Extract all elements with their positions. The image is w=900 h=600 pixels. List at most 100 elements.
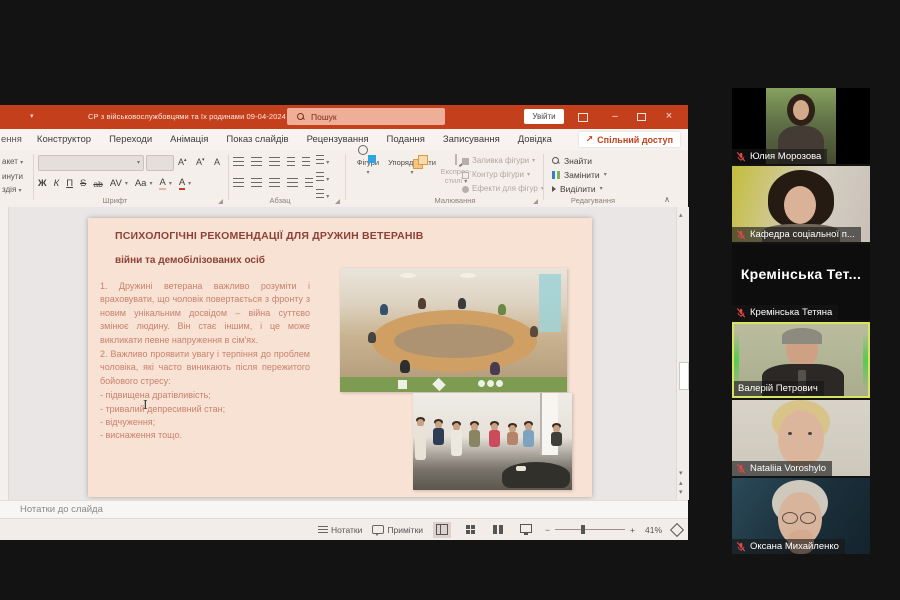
zoom-slider[interactable] (555, 529, 625, 530)
tab-help[interactable]: Довідка (509, 134, 561, 145)
zoom-slider-thumb[interactable] (581, 525, 585, 534)
dialog-launcher-icon[interactable] (335, 199, 340, 204)
slide-body-text[interactable]: 1. Дружині ветерана важливо розуміти і в… (100, 280, 310, 443)
tab-animations[interactable]: Анімація (161, 134, 217, 145)
sign-in-button[interactable]: Увійти (524, 109, 564, 124)
paragraph-group-label: Абзац (230, 196, 330, 205)
shape-fill-icon (462, 158, 469, 165)
ribbon: акет ▾ инути здія ▾ ▾ A▴ A▾ A Ж К П S ab… (0, 150, 688, 208)
next-slide-icon[interactable]: ▾ (679, 488, 683, 496)
bold-button[interactable]: Ж (38, 178, 47, 189)
tab-view[interactable]: Подання (378, 134, 434, 145)
search-placeholder: Пошук (311, 112, 337, 122)
shape-outline-icon (462, 172, 469, 179)
select-icon (552, 186, 556, 192)
character-spacing-button[interactable]: AV (110, 178, 122, 189)
shape-outline-button[interactable]: Контур фігури ▾ (462, 168, 544, 182)
logo-strip (340, 377, 567, 392)
slide[interactable]: ПСИХОЛОГІЧНІ РЕКОМЕНДАЦІЇ ДЛЯ ДРУЖИН ВЕТ… (88, 218, 592, 497)
select-button[interactable]: Виділити ▾ (552, 182, 607, 196)
slide-canvas-area: ПСИХОЛОГІЧНІ РЕКОМЕНДАЦІЇ ДЛЯ ДРУЖИН ВЕТ… (0, 207, 676, 500)
slideshow-view-button[interactable] (517, 522, 535, 538)
clear-formatting-button[interactable]: A (214, 157, 220, 167)
tab-transitions[interactable]: Переходи (100, 134, 161, 145)
slide-subtitle[interactable]: війни та демобілізованих осіб (115, 255, 265, 266)
participant-tile-active-speaker[interactable]: Валерій Петрович (732, 322, 870, 398)
font-color-button[interactable]: A (179, 177, 185, 190)
drawing-group-label: Малювання (390, 196, 520, 205)
change-case-button[interactable]: Aa (135, 178, 147, 189)
shrink-font-button[interactable]: A▾ (196, 157, 205, 167)
participant-tile[interactable]: Кремінська Тет... Кремінська Тетяна (732, 244, 870, 320)
italic-button[interactable]: К (54, 178, 60, 189)
restore-button[interactable] (630, 109, 652, 125)
participant-name-label: Кремінська Тетяна (732, 305, 838, 320)
normal-view-button[interactable] (433, 522, 451, 538)
font-name-select[interactable]: ▾ (38, 155, 144, 171)
find-icon (552, 157, 560, 165)
notes-pane[interactable]: Нотатки до слайда (0, 500, 688, 518)
shapes-button[interactable]: Фігури▾ (350, 155, 386, 176)
participant-tile[interactable]: Nataliia Voroshylo (732, 400, 870, 476)
shadow-button[interactable]: ab (93, 179, 102, 189)
dialog-launcher-icon[interactable] (533, 199, 538, 204)
vertical-scrollbar[interactable]: ▴ ▾ ▴ ▾ (676, 207, 689, 500)
tab-record[interactable]: Записування (434, 134, 509, 145)
close-button[interactable]: × (658, 109, 680, 125)
scrollbar-thumb[interactable] (679, 362, 689, 390)
participant-tile[interactable]: Юлия Морозова (732, 88, 870, 164)
dialog-launcher-icon[interactable] (218, 199, 223, 204)
replace-button[interactable]: Замінити ▾ (552, 168, 607, 182)
find-button[interactable]: Знайти (552, 154, 607, 168)
ppt-titlebar: ▾ СР з військовослужбовцями та їх родина… (0, 105, 688, 129)
search-box[interactable]: Пошук (287, 108, 445, 125)
qat-dropdown-icon[interactable]: ▾ (30, 112, 34, 120)
tab-cut[interactable]: ення (0, 134, 28, 145)
participant-tile[interactable]: Кафедра соціальної п... (732, 166, 870, 242)
shape-fill-button[interactable]: Заливка фігури ▾ (462, 154, 544, 168)
align-buttons[interactable] (233, 178, 313, 187)
comments-toggle-button[interactable]: Примітки (372, 525, 423, 535)
shape-effects-button[interactable]: Ефекти для фігур ▾ (462, 182, 544, 196)
slide-title[interactable]: ПСИХОЛОГІЧНІ РЕКОМЕНДАЦІЇ ДЛЯ ДРУЖИН ВЕТ… (115, 230, 575, 242)
zoom-level[interactable]: 41% (645, 525, 662, 535)
muted-mic-icon (736, 542, 746, 552)
participant-tile[interactable]: Оксана Михайленко (732, 478, 870, 554)
highlight-color-button[interactable]: A (159, 177, 165, 190)
underline-button[interactable]: П (66, 178, 73, 189)
slide-photo-group-session[interactable] (413, 393, 572, 490)
fit-slide-to-window-icon[interactable] (670, 522, 684, 536)
scroll-down-icon[interactable]: ▾ (679, 469, 683, 477)
notes-toggle-button[interactable]: Нотатки (318, 525, 362, 535)
muted-mic-icon (736, 464, 746, 474)
previous-slide-icon[interactable]: ▴ (679, 479, 683, 487)
minimize-button[interactable]: – (604, 109, 626, 125)
tab-slideshow[interactable]: Показ слайдів (217, 134, 297, 145)
slide-paragraph: 2. Важливо проявити увагу і терпіння до … (100, 348, 310, 388)
share-button[interactable]: ↗ Спільний доступ (579, 132, 680, 147)
slide-bullet: - виснаження тощо. (100, 429, 310, 442)
tab-review[interactable]: Рецензування (298, 134, 378, 145)
tab-design[interactable]: Конструктор (28, 134, 100, 145)
strikethrough-button[interactable]: S (80, 178, 86, 189)
zoom-control[interactable]: − + (545, 525, 635, 535)
slide-photo-meeting-room[interactable] (340, 268, 567, 392)
share-icon: ↗ (586, 134, 594, 145)
ribbon-display-options-icon[interactable] (572, 109, 594, 125)
collapse-ribbon-icon[interactable]: ∧ (664, 195, 670, 204)
zoom-out-icon[interactable]: − (545, 525, 550, 535)
slide-sorter-view-button[interactable] (461, 522, 479, 538)
quick-styles-icon (455, 154, 457, 165)
scroll-up-icon[interactable]: ▴ (679, 211, 683, 219)
arrange-button[interactable]: Упорядкувати▾ (388, 155, 436, 176)
zoom-in-icon[interactable]: + (630, 525, 635, 535)
reading-view-button[interactable] (489, 522, 507, 538)
text-cursor-icon: I (143, 398, 148, 412)
powerpoint-window: ▾ СР з військовослужбовцями та їх родина… (0, 105, 688, 540)
font-group-label: Шрифт (60, 196, 170, 205)
slide-bullet: - тривалий депресивний стан; (100, 403, 310, 416)
thumbnail-pane-sliver[interactable] (0, 207, 9, 500)
grow-font-button[interactable]: A▴ (178, 157, 187, 167)
list-buttons[interactable] (233, 157, 310, 166)
font-size-select[interactable] (146, 155, 174, 171)
